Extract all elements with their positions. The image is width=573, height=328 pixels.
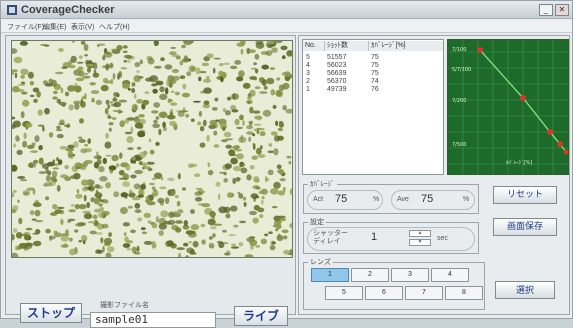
lens-2-button[interactable]: 2 <box>351 268 389 282</box>
menu-view[interactable]: 表示(V) <box>71 22 94 32</box>
shutter-unit: sec <box>437 235 448 242</box>
spin-up-button[interactable]: ▲ <box>409 230 431 237</box>
window-title: CoverageChecker <box>21 4 115 16</box>
filename-label: 撮影ファイル名 <box>100 302 149 309</box>
ave-value: 75 <box>421 193 434 205</box>
minimize-button[interactable]: _ <box>539 4 553 16</box>
graph-label: 5/7/100 <box>452 67 471 73</box>
spin-down-button[interactable]: ▼ <box>409 239 431 246</box>
lens-3-button[interactable]: 3 <box>391 268 429 282</box>
act-unit: % <box>373 196 380 203</box>
filename-input[interactable]: sample01 <box>90 312 216 328</box>
column-header-coverage: ｶﾊﾞﾚｰｼﾞ[%] <box>369 41 443 51</box>
settings-group-label: 設定 <box>308 217 326 227</box>
column-header-no: No. <box>303 41 325 51</box>
data-point <box>477 47 483 53</box>
select-button[interactable]: 選択 <box>495 281 555 299</box>
camera-panel: ストップ 撮影ファイル名 sample01 ライブ <box>5 35 296 328</box>
menu-bar: ファイル(F) 編集(E) 表示(V) ヘルプ(H) <box>1 20 572 33</box>
graph-label: 7/200 <box>452 98 466 104</box>
ave-label: Ave <box>397 196 409 203</box>
lens-4-button[interactable]: 4 <box>431 268 469 282</box>
reset-button[interactable]: リセット <box>493 186 557 204</box>
menu-file[interactable]: ファイル(F) <box>7 22 44 32</box>
data-point <box>520 95 526 101</box>
shutter-delay-value[interactable]: 1 <box>371 231 377 243</box>
graph-label: 7/100 <box>452 47 466 53</box>
data-point <box>557 141 563 147</box>
lens-8-button[interactable]: 8 <box>445 286 483 300</box>
control-panel: No. ｼｮｯﾄ数 ｶﾊﾞﾚｰｼﾞ[%] 5 51557 75 4 56023 … <box>298 35 570 315</box>
menu-help[interactable]: ヘルプ(H) <box>99 22 130 32</box>
results-table: No. ｼｮｯﾄ数 ｶﾊﾞﾚｰｼﾞ[%] 5 51557 75 4 56023 … <box>302 39 444 175</box>
title-bar: CoverageChecker _ ✕ <box>1 1 572 19</box>
cell-coverage: 76 <box>371 86 379 93</box>
close-button[interactable]: ✕ <box>555 4 569 16</box>
coverage-group-label: ｶﾊﾞﾚｰｼﾞ <box>308 179 337 189</box>
cell-shots: 49739 <box>327 86 347 93</box>
coverage-graph: 7/100 5/7/100 7/200 7/500 ｶﾊﾞﾚｰｼﾞ[%] <box>447 39 569 175</box>
lens-7-button[interactable]: 7 <box>405 286 443 300</box>
lens-6-button[interactable]: 6 <box>365 286 403 300</box>
act-value: 75 <box>335 193 348 205</box>
lens-5-button[interactable]: 5 <box>325 286 363 300</box>
graph-axis-label: ｶﾊﾞﾚｰｼﾞ[%] <box>506 159 532 166</box>
column-header-shots: ｼｮｯﾄ数 <box>325 41 369 51</box>
save-screen-button[interactable]: 画面保存 <box>493 218 557 236</box>
shutter-delay-label: シャッター ディレイ <box>313 230 348 245</box>
microscope-image <box>11 40 293 258</box>
ave-unit: % <box>463 196 470 203</box>
menu-edit[interactable]: 編集(E) <box>43 22 66 32</box>
graph-label: 7/500 <box>452 142 466 148</box>
lens-group-label: レンズ <box>308 257 333 267</box>
data-point <box>547 129 553 135</box>
app-window: CoverageChecker _ ✕ ファイル(F) 編集(E) 表示(V) … <box>0 0 573 328</box>
cell-no: 1 <box>306 86 310 93</box>
act-label: Act <box>313 196 324 203</box>
lens-1-button[interactable]: 1 <box>311 268 349 282</box>
stop-button[interactable]: ストップ <box>20 303 82 323</box>
app-icon <box>7 5 17 15</box>
live-button[interactable]: ライブ <box>234 306 288 326</box>
